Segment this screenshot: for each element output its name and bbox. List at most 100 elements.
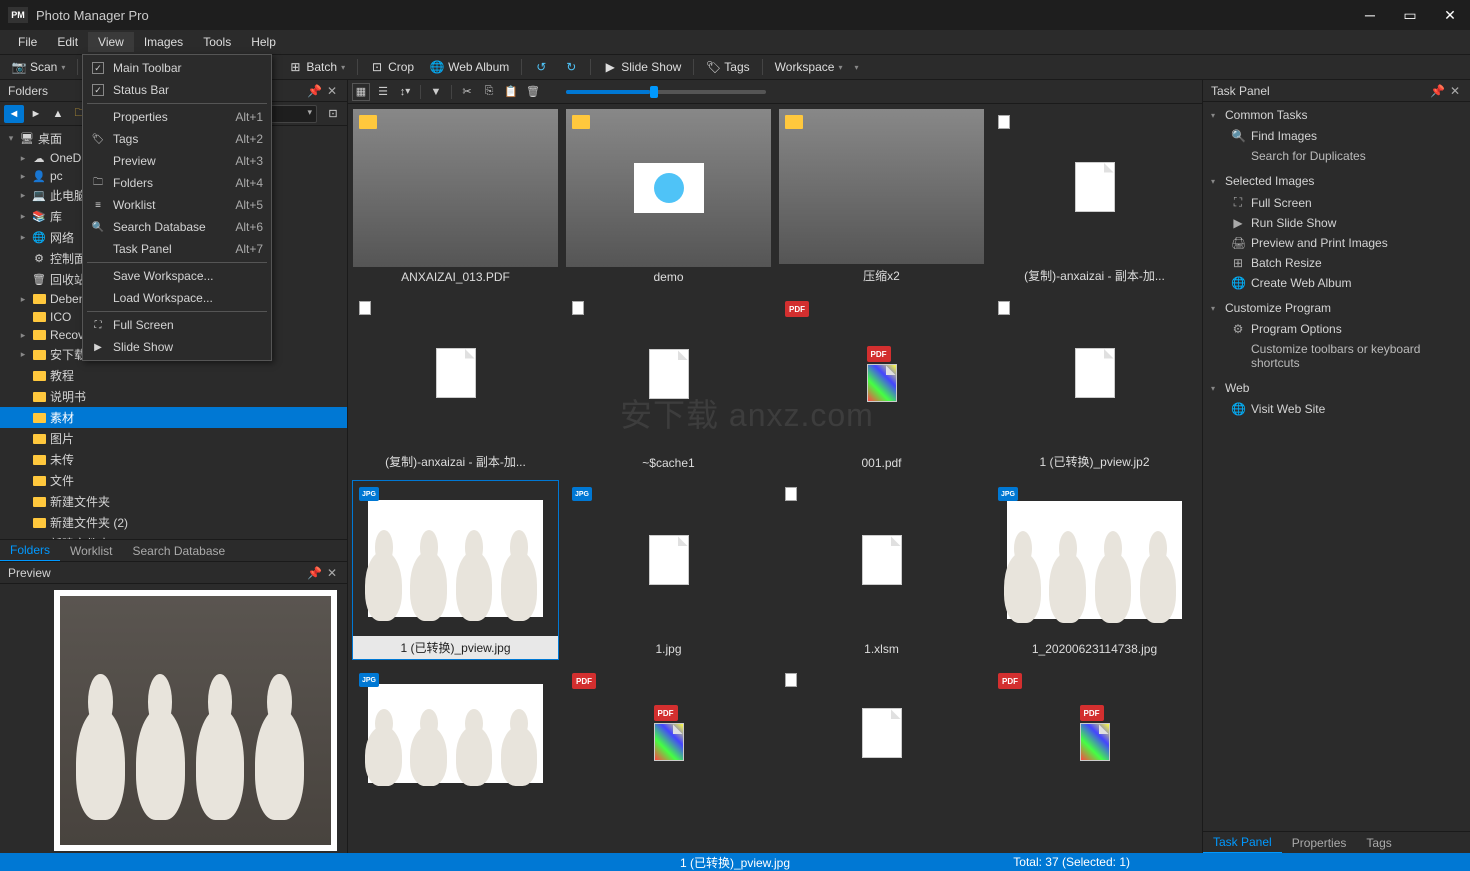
thumbnail[interactable]: PDFPDF001.pdf (778, 294, 985, 474)
tree-node[interactable]: 新建文件夹 (2) (0, 512, 347, 533)
right-tab-task-panel[interactable]: Task Panel (1203, 832, 1282, 854)
paste-button[interactable]: 📋 (502, 83, 520, 101)
app-title: Photo Manager Pro (36, 8, 149, 23)
tree-node[interactable]: 素材 (0, 407, 347, 428)
thumbnail[interactable]: JPG1.jpg (565, 480, 772, 660)
thumbnail[interactable]: JPG (352, 666, 559, 806)
maximize-button[interactable]: ▭ (1390, 0, 1430, 30)
tags-button[interactable]: 🏷Tags (702, 58, 753, 76)
rotate-left-button[interactable]: ↺ (530, 58, 552, 76)
task-item[interactable]: ⛶Full Screen (1209, 192, 1464, 213)
tree-node[interactable]: 未传 (0, 449, 347, 470)
copy-button[interactable]: ⎘ (480, 83, 498, 101)
menu-item-slide-show[interactable]: ▶Slide Show (83, 336, 271, 358)
crop-button[interactable]: ⊡Crop (366, 58, 418, 76)
menu-item-main-toolbar[interactable]: ✓Main Toolbar (83, 57, 271, 79)
task-item[interactable]: 🔍Find Images (1209, 126, 1464, 146)
task-item[interactable]: ⊞Batch Resize (1209, 253, 1464, 273)
menu-item-full-screen[interactable]: ⛶Full Screen (83, 314, 271, 336)
nav-back-button[interactable]: ◄ (4, 105, 24, 123)
cut-button[interactable]: ✂ (458, 83, 476, 101)
menu-item-task-panel[interactable]: Task PanelAlt+7 (83, 238, 271, 260)
thumbnail[interactable]: 1.xlsm (778, 480, 985, 660)
menu-item-search-database[interactable]: 🔍Search DatabaseAlt+6 (83, 216, 271, 238)
task-section-header[interactable]: ▾Common Tasks (1209, 104, 1464, 126)
minimize-button[interactable]: ─ (1350, 0, 1390, 30)
task-item[interactable]: ▶Run Slide Show (1209, 213, 1464, 233)
menu-item-tags[interactable]: 🏷TagsAlt+2 (83, 128, 271, 150)
nav-forward-button[interactable]: ► (26, 105, 46, 123)
thumbnail[interactable] (778, 666, 985, 806)
thumbnail[interactable]: PDFPDF (991, 666, 1198, 806)
app-logo: PM (8, 7, 28, 23)
thumbnail-toolbar: ▦ ☰ ↕▾ ▼ ✂ ⎘ 📋 🗑 (348, 80, 1202, 104)
zoom-slider[interactable] (566, 90, 766, 94)
right-tab-properties[interactable]: Properties (1282, 833, 1357, 853)
thumbnail[interactable]: (复制)-anxaizai - 副本-加... (352, 294, 559, 474)
menu-item-save-workspace-[interactable]: Save Workspace... (83, 265, 271, 287)
pin-icon[interactable]: 📌 (307, 84, 321, 98)
slideshow-button[interactable]: ▶Slide Show (599, 58, 685, 76)
task-item[interactable]: ⚙Program Options (1209, 319, 1464, 339)
thumbnail[interactable]: demo (565, 108, 772, 288)
task-section-header[interactable]: ▾Web (1209, 377, 1464, 399)
rotate-right-button[interactable]: ↻ (560, 58, 582, 76)
left-tab-worklist[interactable]: Worklist (60, 541, 122, 561)
batch-button[interactable]: ⊞Batch▾ (284, 58, 349, 76)
task-item[interactable]: Customize toolbars or keyboard shortcuts (1209, 339, 1464, 373)
view-menu-dropdown: ✓Main Toolbar✓Status Bar PropertiesAlt+1🏷… (82, 54, 272, 361)
task-item[interactable]: Search for Duplicates (1209, 146, 1464, 166)
tree-node[interactable]: 文件 (0, 470, 347, 491)
task-pin-icon[interactable]: 📌 (1430, 84, 1444, 98)
task-close-icon[interactable]: ✕ (1448, 84, 1462, 98)
menu-item-preview[interactable]: PreviewAlt+3 (83, 150, 271, 172)
thumbnail[interactable]: 1 (已转换)_pview.jp2 (991, 294, 1198, 474)
task-item[interactable]: 🖨Preview and Print Images (1209, 233, 1464, 253)
menu-view[interactable]: View (88, 32, 134, 52)
thumbnail[interactable]: JPG1_20200623114738.jpg (991, 480, 1198, 660)
close-panel-icon[interactable]: ✕ (325, 84, 339, 98)
tree-node[interactable]: 教程 (0, 365, 347, 386)
sort-button[interactable]: ↕▾ (396, 83, 414, 101)
thumbnail[interactable]: (复制)-anxaizai - 副本-加... (991, 108, 1198, 288)
menu-tools[interactable]: Tools (193, 32, 241, 52)
menu-item-load-workspace-[interactable]: Load Workspace... (83, 287, 271, 309)
filter-button[interactable]: ▼ (427, 83, 445, 101)
right-tabs: Task PanelPropertiesTags (1203, 831, 1470, 853)
delete-button[interactable]: 🗑 (524, 83, 542, 101)
nav-extra-button[interactable]: ⊡ (323, 105, 343, 123)
thumbnail[interactable]: ANXAIZAI_013.PDF (352, 108, 559, 288)
view-large-icons-button[interactable]: ▦ (352, 83, 370, 101)
thumbnail[interactable]: JPG1 (已转换)_pview.jpg (352, 480, 559, 660)
tree-node[interactable]: 新建文件夹 (0, 491, 347, 512)
scan-button[interactable]: 📷Scan▾ (8, 58, 69, 76)
thumbnail[interactable]: ~$cache1 (565, 294, 772, 474)
left-tabs: FoldersWorklistSearch Database (0, 539, 347, 561)
tree-node[interactable]: 说明书 (0, 386, 347, 407)
view-list-button[interactable]: ☰ (374, 83, 392, 101)
menu-item-worklist[interactable]: ≡WorklistAlt+5 (83, 194, 271, 216)
task-item[interactable]: 🌐Visit Web Site (1209, 399, 1464, 419)
left-tab-folders[interactable]: Folders (0, 540, 60, 562)
menu-file[interactable]: File (8, 32, 47, 52)
task-section-header[interactable]: ▾Selected Images (1209, 170, 1464, 192)
menu-images[interactable]: Images (134, 32, 193, 52)
preview-close-icon[interactable]: ✕ (325, 566, 339, 580)
task-item[interactable]: 🌐Create Web Album (1209, 273, 1464, 293)
workspace-button[interactable]: Workspace▾ (771, 58, 847, 76)
nav-up-button[interactable]: ▲ (48, 105, 68, 123)
menu-item-folders[interactable]: 🗀FoldersAlt+4 (83, 172, 271, 194)
menu-item-status-bar[interactable]: ✓Status Bar (83, 79, 271, 101)
menu-edit[interactable]: Edit (47, 32, 88, 52)
close-button[interactable]: ✕ (1430, 0, 1470, 30)
left-tab-search-database[interactable]: Search Database (122, 541, 235, 561)
thumbnail[interactable]: PDFPDF (565, 666, 772, 806)
task-section-header[interactable]: ▾Customize Program (1209, 297, 1464, 319)
webalbum-button[interactable]: 🌐Web Album (426, 58, 513, 76)
menu-help[interactable]: Help (241, 32, 286, 52)
menu-item-properties[interactable]: PropertiesAlt+1 (83, 106, 271, 128)
right-tab-tags[interactable]: Tags (1356, 833, 1401, 853)
preview-pin-icon[interactable]: 📌 (307, 566, 321, 580)
thumbnail[interactable]: 压缩x2 (778, 108, 985, 288)
tree-node[interactable]: 图片 (0, 428, 347, 449)
